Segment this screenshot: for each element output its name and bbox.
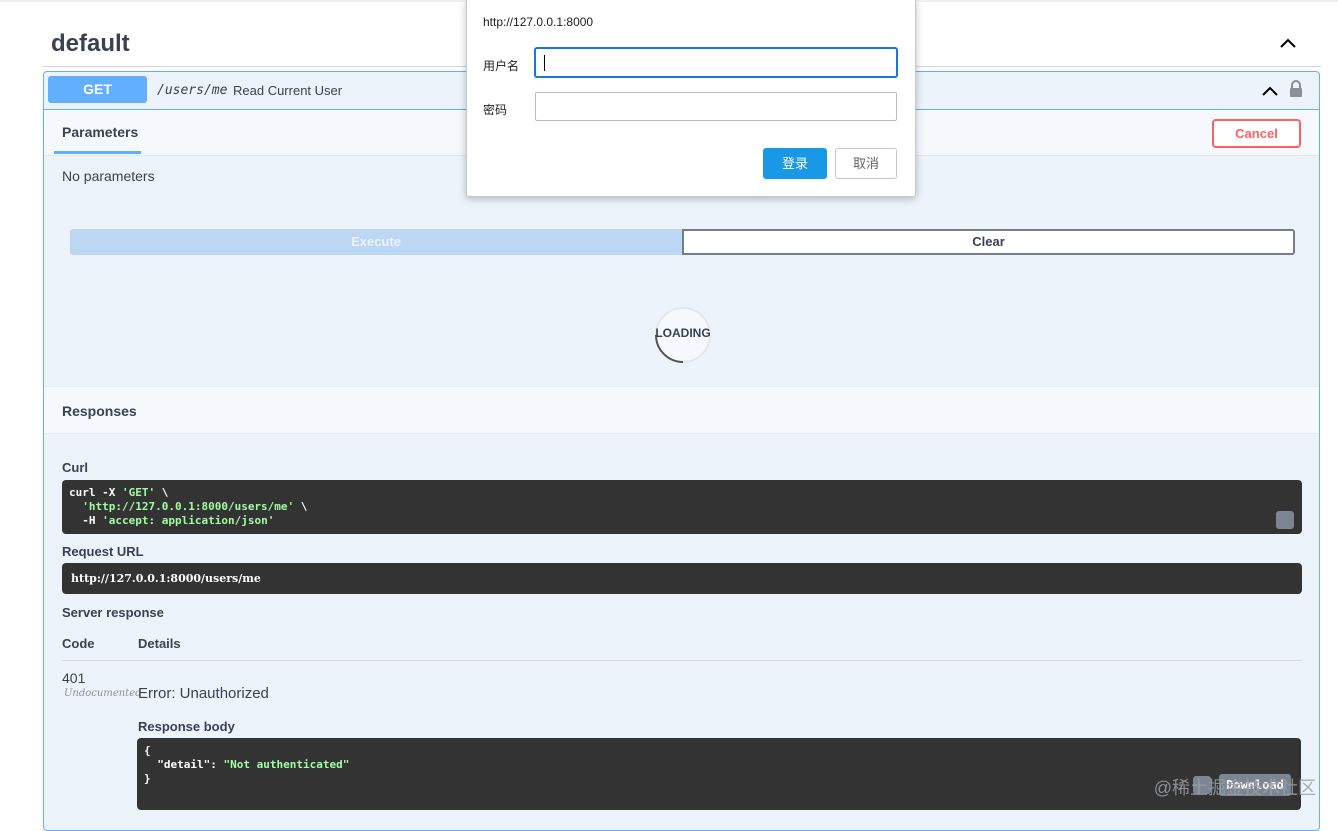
table-divider — [62, 660, 1302, 661]
response-body-block[interactable]: { "detail": "Not authenticated" } Downlo… — [137, 738, 1301, 810]
curl-line: -H 'accept: application/json' — [69, 514, 274, 527]
no-parameters-text: No parameters — [62, 168, 155, 184]
curl-line: curl -X 'GET' \ — [69, 486, 168, 499]
json-value: "Not authenticated" — [223, 758, 350, 771]
curl-command: curl -X — [69, 486, 122, 499]
dialog-cancel-button[interactable]: 取消 — [835, 148, 897, 179]
curl-string: 'http://127.0.0.1:8000/users/me' — [82, 500, 295, 513]
undocumented-label: Undocumented — [64, 688, 142, 699]
loading-text: LOADING — [655, 326, 711, 340]
server-response-label: Server response — [62, 605, 164, 620]
chevron-up-icon[interactable] — [1279, 34, 1297, 52]
operation-path: /users/me — [157, 83, 228, 98]
response-body-label: Response body — [138, 719, 235, 734]
request-url-block[interactable]: http://127.0.0.1:8000/users/me — [62, 563, 1302, 594]
curl-command — [69, 500, 82, 513]
password-input[interactable] — [535, 92, 897, 121]
request-url-text: http://127.0.0.1:8000/users/me — [71, 572, 261, 585]
curl-string: 'accept: application/json' — [102, 514, 275, 527]
request-url-label: Request URL — [62, 544, 144, 559]
json-key: "detail" — [157, 758, 211, 771]
watermark: @稀土掘金技术社区 — [1153, 778, 1316, 798]
curl-continuation: \ — [294, 500, 308, 513]
curl-line: 'http://127.0.0.1:8000/users/me' \ — [69, 500, 307, 513]
curl-string: 'GET' — [121, 486, 156, 499]
body-line: } — [144, 772, 151, 785]
code-column-header: Code — [62, 636, 95, 651]
method-badge: GET — [48, 76, 147, 103]
chevron-up-icon[interactable] — [1261, 82, 1279, 100]
body-line: { — [144, 744, 151, 757]
tab-parameters[interactable]: Parameters — [62, 124, 138, 140]
username-label: 用户名 — [483, 59, 520, 73]
curl-continuation: \ — [155, 486, 169, 499]
responses-title: Responses — [62, 403, 137, 419]
execute-button[interactable]: Execute — [70, 229, 682, 255]
details-column-header: Details — [138, 636, 181, 651]
body-line: "detail": "Not authenticated" — [144, 758, 349, 771]
body-indent — [144, 758, 157, 771]
clear-button[interactable]: Clear — [682, 229, 1295, 255]
curl-command: -H — [69, 514, 103, 527]
tag-title: default — [51, 30, 130, 57]
response-code: 401 — [62, 670, 86, 686]
curl-label: Curl — [62, 460, 88, 475]
password-label: 密码 — [483, 103, 508, 117]
text-caret — [544, 55, 545, 71]
copy-to-clipboard-icon[interactable] — [1276, 511, 1294, 529]
tab-active-indicator — [54, 151, 141, 154]
loading-spinner: LOADING — [653, 305, 713, 365]
curl-code-block[interactable]: curl -X 'GET' \ 'http://127.0.0.1:8000/u… — [62, 480, 1302, 534]
error-text: Error: Unauthorized — [138, 685, 269, 702]
dialog-url: http://127.0.0.1:8000 — [483, 15, 594, 29]
lock-icon[interactable] — [1289, 80, 1303, 98]
cancel-button[interactable]: Cancel — [1212, 119, 1301, 148]
responses-bar: Responses — [44, 386, 1319, 434]
operation-summary-text: Read Current User — [233, 83, 343, 98]
login-button[interactable]: 登录 — [763, 148, 827, 179]
username-input[interactable] — [535, 48, 897, 77]
auth-dialog: http://127.0.0.1:8000 用户名 密码 登录 取消 — [466, 0, 916, 197]
